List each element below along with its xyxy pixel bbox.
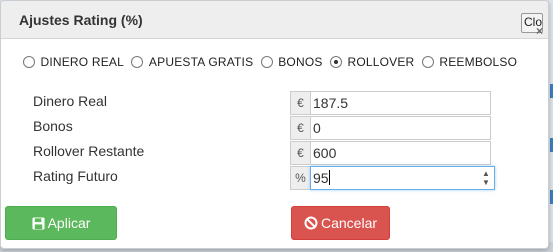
- radio-label[interactable]: REEMBOLSO: [439, 55, 517, 69]
- apply-button-label[interactable]: Aplicar: [48, 215, 91, 231]
- euro-addon: €: [290, 141, 310, 165]
- text-caret: [328, 170, 330, 185]
- rollover-restante-input[interactable]: 600: [310, 141, 491, 165]
- radio-dinero-real[interactable]: DINERO REAL: [23, 53, 124, 71]
- cancel-button-label[interactable]: Cancelar: [321, 215, 377, 231]
- dialog-title: Ajustes Rating (%): [19, 12, 143, 28]
- radio-label[interactable]: BONOS: [278, 55, 322, 69]
- radio-label[interactable]: DINERO REAL: [40, 55, 124, 69]
- rollover-restante-label: Rollover Restante: [33, 143, 145, 159]
- apply-button[interactable]: Aplicar: [5, 206, 117, 240]
- floppy-disk-icon: [32, 209, 45, 241]
- radio-rollover[interactable]: ROLLOVER: [330, 53, 414, 71]
- radio-bonos[interactable]: BONOS: [260, 53, 323, 71]
- bonos-input[interactable]: 0: [310, 116, 491, 140]
- radio-circle-icon[interactable]: [260, 56, 273, 68]
- ban-icon: [304, 209, 318, 241]
- euro-addon: €: [290, 116, 310, 140]
- bet-type-radio-group: DINERO REAL APUESTA GRATIS BONOS ROLLOVE…: [23, 53, 520, 71]
- radio-circle-icon[interactable]: [421, 56, 434, 68]
- euro-addon: €: [290, 91, 310, 115]
- dinero-real-input[interactable]: 187.5: [310, 91, 491, 115]
- radio-circle-icon[interactable]: [23, 56, 35, 68]
- radio-reembolso[interactable]: REEMBOLSO: [421, 53, 517, 71]
- cancel-button[interactable]: Cancelar: [291, 206, 390, 240]
- dinero-real-label: Dinero Real: [33, 93, 107, 109]
- radio-circle-icon[interactable]: [131, 56, 144, 68]
- radio-circle-checked-icon[interactable]: [330, 56, 343, 68]
- rating-settings-dialog: Ajustes Rating (%) Close × DINERO REAL A…: [0, 0, 549, 249]
- radio-label[interactable]: APUESTA GRATIS: [149, 55, 253, 69]
- dialog-titlebar: Ajustes Rating (%): [1, 1, 548, 39]
- radio-apuesta-gratis[interactable]: APUESTA GRATIS: [131, 53, 253, 71]
- rating-futuro-input[interactable]: 95 ▲ ▼: [310, 166, 495, 190]
- radio-label[interactable]: ROLLOVER: [347, 55, 414, 69]
- close-x-icon[interactable]: ×: [536, 24, 543, 38]
- number-spinner-icon[interactable]: ▲ ▼: [481, 169, 491, 187]
- rating-futuro-value[interactable]: 95: [313, 170, 329, 186]
- rating-futuro-label: Rating Futuro: [33, 168, 118, 184]
- percent-addon: %: [290, 166, 310, 190]
- bonos-label: Bonos: [33, 118, 73, 134]
